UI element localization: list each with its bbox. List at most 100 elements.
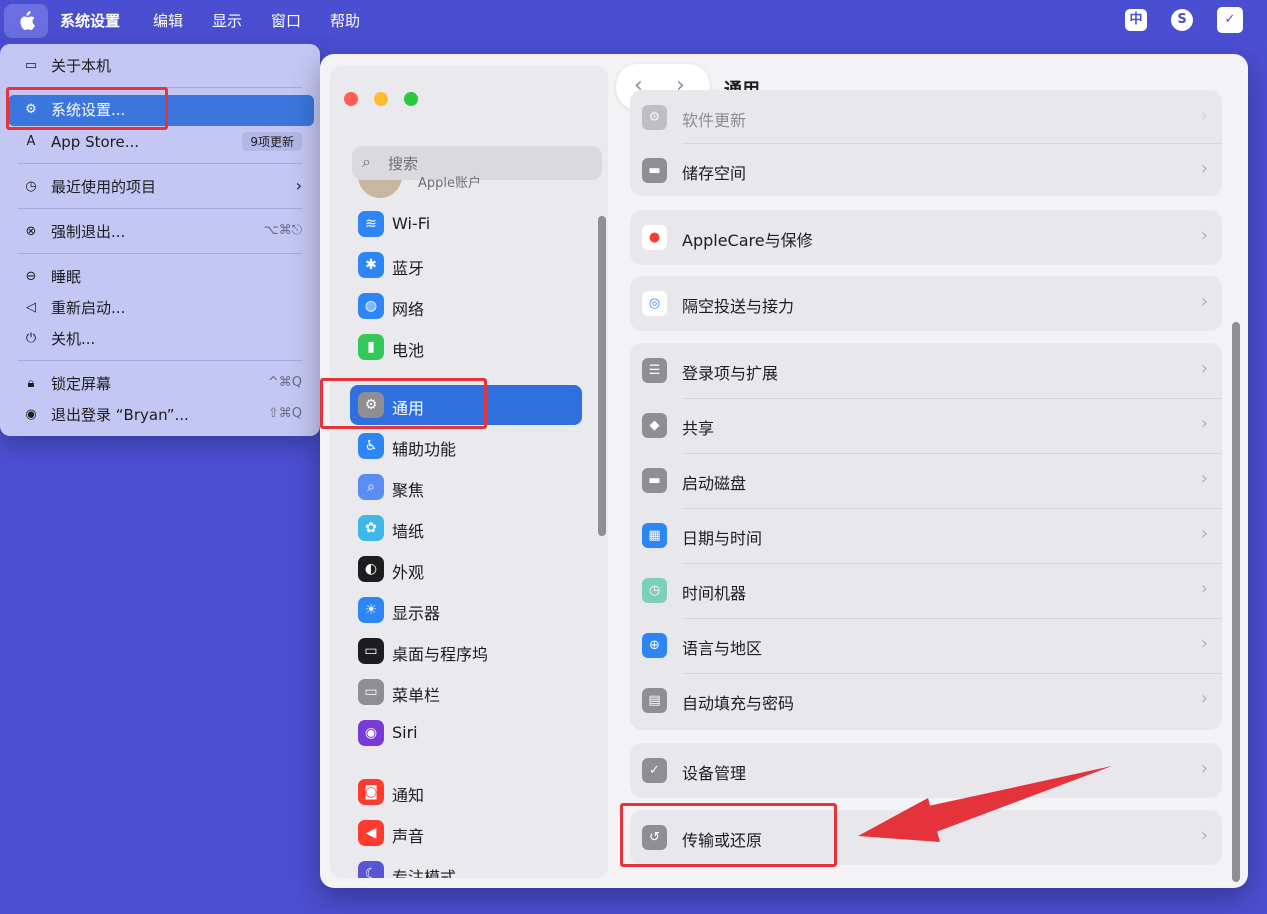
bluetooth-icon: ✱ (358, 252, 384, 278)
sidebar-item-siri[interactable]: ◉ Siri (350, 713, 582, 753)
search-icon: ⌕ (362, 152, 371, 171)
row-label: 储存空间 (682, 164, 747, 183)
row-label: 启动磁盘 (682, 474, 747, 493)
row-airdrop[interactable]: ◎ 隔空投送与接力 › (630, 276, 1222, 331)
row-label: AppleCare与保修 (682, 231, 813, 250)
chevron-right-icon: › (1200, 358, 1208, 379)
menu-force-quit[interactable]: ⊗ 强制退出... ⌥⌘⎋ (8, 218, 314, 246)
menu-sleep[interactable]: ⊖ 睡眠 (8, 263, 314, 291)
shortcut-label: ^⌘Q (267, 375, 302, 390)
menu-lock-screen[interactable]: 🔒︎ 锁定屏幕 ^⌘Q (8, 370, 314, 398)
red-arrow-annotation (858, 766, 1112, 842)
sidebar-item-spotlight[interactable]: ⌕ 聚焦 (350, 467, 582, 507)
airdrop-icon: ◎ (642, 291, 667, 316)
apple-icon: ● (642, 225, 667, 250)
menu-about-this-mac[interactable]: ▭ 关于本机 (8, 52, 314, 80)
row-time-machine[interactable]: ◷ 时间机器 › (630, 563, 1222, 618)
row-storage[interactable]: ▬ 储存空间 › (630, 143, 1222, 198)
zoom-window-button[interactable] (404, 92, 418, 106)
menu-label: 最近使用的项目 (51, 178, 157, 196)
row-applecare[interactable]: ● AppleCare与保修 › (630, 210, 1222, 265)
content-scrollbar[interactable] (1232, 322, 1240, 882)
highlight-box-transfer-reset (620, 803, 837, 867)
sidebar-item-wallpaper[interactable]: ✿ 墙纸 (350, 508, 582, 548)
chevron-right-icon: › (1200, 225, 1208, 246)
menu-restart[interactable]: ◁ 重新启动... (8, 294, 314, 322)
sidebar-item-focus[interactable]: ☾ 专注模式 (350, 854, 582, 878)
sidebar-item-menu-bar[interactable]: ▭ 菜单栏 (350, 672, 582, 712)
sidebar-item-label: 电池 (392, 341, 425, 360)
wifi-icon: ≋ (358, 211, 384, 237)
row-label: 自动填充与密码 (682, 694, 795, 713)
close-window-button[interactable] (344, 92, 358, 106)
laptop-icon: ▭ (24, 58, 38, 73)
sidebar-item-label: 蓝牙 (392, 259, 425, 278)
apple-menu-button[interactable] (4, 4, 48, 38)
menu-label: 重新启动... (51, 299, 126, 317)
network-icon: ◍ (358, 293, 384, 319)
menubar-window[interactable]: 窗口 (271, 9, 301, 33)
row-sharing[interactable]: ◆ 共享 › (630, 398, 1222, 453)
sidebar-item-bluetooth[interactable]: ✱ 蓝牙 (350, 245, 582, 285)
menu-shutdown[interactable]: ⏻ 关机... (8, 325, 314, 353)
sidebar-item-label: 通知 (392, 786, 425, 805)
lock-icon: 🔒︎ (27, 376, 35, 391)
menu-divider (18, 253, 302, 254)
shortcut-label: ⇧⌘Q (267, 406, 302, 421)
row-label: 日期与时间 (682, 529, 763, 548)
sidebar-item-appearance[interactable]: ◐ 外观 (350, 549, 582, 589)
row-date-time[interactable]: ▦ 日期与时间 › (630, 508, 1222, 563)
sidebar-item-accessibility[interactable]: ♿︎ 辅助功能 (350, 426, 582, 466)
sidebar-scrollbar[interactable] (598, 216, 606, 536)
card-general-list: ☰ 登录项与扩展 › ◆ 共享 › ▬ 启动磁盘 › ▦ 日期与时间 › ◷ 时… (630, 343, 1222, 730)
menubar-help[interactable]: 帮助 (330, 9, 360, 33)
row-autofill[interactable]: ▤ 自动填充与密码 › (630, 673, 1222, 728)
sidebar-item-label: 辅助功能 (392, 440, 457, 459)
chevron-right-icon: › (1200, 523, 1208, 544)
chevron-right-icon: › (1200, 633, 1208, 654)
accessibility-icon: ♿︎ (358, 433, 384, 459)
menubar-view[interactable]: 显示 (212, 9, 242, 33)
sidebar-item-label: 墙纸 (392, 522, 425, 541)
sidebar-item-battery[interactable]: ▮ 电池 (350, 327, 582, 367)
force-quit-icon: ⊗ (25, 224, 37, 239)
menu-divider (18, 360, 302, 361)
status-s-icon[interactable]: S (1171, 9, 1193, 31)
input-method-icon[interactable]: 中 (1125, 9, 1147, 31)
siri-icon: ◉ (358, 720, 384, 746)
sound-icon: ◀ (358, 820, 384, 846)
row-login-items[interactable]: ☰ 登录项与扩展 › (630, 343, 1222, 398)
sidebar-item-notifications[interactable]: ◙ 通知 (350, 772, 582, 812)
row-language-region[interactable]: ⊕ 语言与地区 › (630, 618, 1222, 673)
row-label: 登录项与扩展 (682, 364, 779, 383)
row-software-update[interactable]: ⚙ 软件更新 › (630, 90, 1222, 145)
sidebar-item-network[interactable]: ◍ 网络 (350, 286, 582, 326)
minimize-window-button[interactable] (374, 92, 388, 106)
status-app-icon[interactable]: ✓ (1217, 7, 1243, 33)
chevron-right-icon: › (1200, 158, 1208, 179)
power-icon: ⏻ (25, 331, 37, 346)
menu-label: 强制退出... (51, 223, 126, 241)
menu-logout[interactable]: ◉ 退出登录 “Bryan”... ⇧⌘Q (8, 401, 314, 429)
menubar-edit[interactable]: 编辑 (153, 9, 183, 33)
search-placeholder: 搜索 (388, 155, 419, 173)
row-label: 软件更新 (682, 111, 747, 130)
sidebar-item-sound[interactable]: ◀ 声音 (350, 813, 582, 853)
sidebar-item-wifi[interactable]: ≋ Wi-Fi (350, 204, 582, 244)
row-startup-disk[interactable]: ▬ 启动磁盘 › (630, 453, 1222, 508)
gear-icon: ⚙ (642, 105, 667, 130)
menu-label: 锁定屏幕 (51, 375, 112, 393)
menubar-app-name[interactable]: 系统设置 (60, 9, 120, 33)
row-label: 共享 (682, 419, 715, 438)
menu-recent-items[interactable]: ◷ 最近使用的项目 › (8, 173, 314, 201)
sidebar-item-desktop-dock[interactable]: ▭ 桌面与程序坞 (350, 631, 582, 671)
menu-app-store[interactable]: A App Store... 9项更新 (8, 128, 314, 156)
globe-icon: ⊕ (642, 633, 667, 658)
storage-icon: ▬ (642, 158, 667, 183)
chevron-right-icon: › (1200, 291, 1208, 312)
apple-icon (20, 11, 35, 30)
sidebar-item-displays[interactable]: ☀ 显示器 (350, 590, 582, 630)
time-machine-icon: ◷ (642, 578, 667, 603)
disk-icon: ▬ (642, 468, 667, 493)
sidebar-item-label: 声音 (392, 827, 425, 846)
